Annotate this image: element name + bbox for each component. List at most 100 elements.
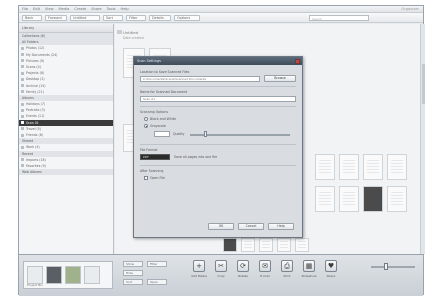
quality-slider-knob[interactable]	[204, 131, 207, 137]
open-file-label: Open File	[150, 176, 165, 180]
sidebar-item-label: My Documents (24)	[26, 52, 58, 57]
folder-icon	[21, 77, 24, 81]
media-thumbnail[interactable]	[339, 186, 359, 212]
black-white-label: Black and White	[150, 117, 176, 121]
project-bin: Project Bin	[23, 261, 113, 289]
zoom-slider-knob[interactable]	[384, 263, 389, 270]
menu-file[interactable]: File	[22, 7, 28, 11]
project-bin-label: Project Bin	[27, 283, 44, 287]
photo-thumbnail[interactable]	[363, 186, 383, 212]
media-thumbnail[interactable]	[363, 154, 383, 180]
print-icon: ⎙	[281, 260, 293, 272]
sidebar-item-label: Albums	[22, 95, 34, 100]
menu-tools[interactable]: Tools	[107, 7, 116, 11]
search-input[interactable]: Search	[309, 15, 369, 21]
folder-title: Untitled	[123, 30, 139, 35]
main-scrollbar[interactable]	[420, 24, 425, 254]
menu-help[interactable]: Help	[121, 7, 129, 11]
sidebar-item-label: Projects (8)	[26, 71, 45, 76]
zoom-slider-track[interactable]	[371, 266, 415, 268]
browse-button[interactable]: Browse	[264, 75, 296, 82]
sidebar-section[interactable]: Web Albums	[19, 169, 113, 176]
search-placeholder: Search	[312, 17, 323, 21]
options-label: Scanning Options	[140, 110, 169, 114]
bin-thumbnail[interactable]	[84, 266, 100, 284]
grayscale-radio[interactable]	[144, 124, 148, 128]
media-thumbnail[interactable]	[277, 238, 291, 252]
slideshow-button[interactable]: ▦ Slideshow	[301, 260, 317, 290]
sidebar-item-label: Favorites (9)	[26, 163, 46, 168]
bin-thumbnail[interactable]	[46, 266, 62, 284]
back-button[interactable]: Back	[22, 15, 42, 21]
close-icon[interactable]	[295, 58, 300, 64]
rotate-button[interactable]: ⟳ Rotate	[235, 260, 251, 290]
grayscale-label: Grayscale	[150, 124, 166, 128]
media-thumbnail[interactable]	[241, 238, 255, 252]
window-title: Organizer	[401, 7, 419, 11]
media-thumbnail[interactable]	[387, 186, 407, 212]
location-button[interactable]: Untitled	[70, 15, 100, 21]
forward-button[interactable]: Forward	[45, 15, 67, 21]
share-button[interactable]: ♥ Share	[323, 260, 339, 290]
media-thumbnail[interactable]	[259, 238, 273, 252]
bin-thumbnail[interactable]	[65, 266, 81, 284]
menu-share[interactable]: Share	[91, 7, 101, 11]
sidebar-item-label: Pictures (9)	[26, 58, 45, 63]
media-thumbnail[interactable]	[315, 154, 335, 180]
sidebar-item-label: Web Albums	[22, 170, 42, 175]
hide-button[interactable]: Hide	[123, 270, 143, 276]
folder-icon	[21, 53, 24, 57]
sidebar-item-label: Work (4)	[26, 145, 40, 150]
document-name-field[interactable]: Scan 01	[140, 96, 296, 102]
add-media-button[interactable]: + Add Media	[191, 260, 207, 290]
menu-view[interactable]: View	[45, 7, 54, 11]
folder-icon	[21, 59, 24, 63]
menu-bar: File Edit View Media Create Share Tools …	[22, 7, 129, 11]
help-button[interactable]: Help	[268, 223, 294, 230]
quality-value-field[interactable]	[154, 131, 170, 137]
show-button[interactable]: Show	[123, 261, 143, 267]
media-thumbnail[interactable]	[315, 186, 335, 212]
photo-thumbnail[interactable]	[223, 238, 237, 252]
sidebar-item-label: Imports (18)	[26, 157, 46, 162]
crop-button[interactable]: ✂ Crop	[213, 260, 229, 290]
details-button[interactable]: Details	[149, 15, 171, 21]
folder-icon	[21, 145, 24, 149]
sidebar-item-label: Photos (12)	[26, 46, 45, 51]
scrollbar-thumb[interactable]	[422, 64, 425, 104]
location-field[interactable]: C:\Documents\Scans\Scanned Documents	[140, 76, 260, 82]
format-select[interactable]: PDF	[140, 154, 170, 160]
folder-icon	[21, 46, 24, 50]
media-thumbnail[interactable]	[339, 154, 359, 180]
open-file-checkbox[interactable]	[144, 176, 148, 180]
rotate-icon: ⟳	[237, 260, 249, 272]
share-label: Share	[326, 274, 336, 278]
sidebar-item-label: All Folders	[22, 40, 39, 45]
email-button[interactable]: ✉ E-mail	[257, 260, 273, 290]
filter-bin-button[interactable]: Filter	[147, 261, 167, 267]
after-scanning-label: After Scanning	[140, 169, 164, 173]
folder-icon	[21, 164, 24, 168]
options-button[interactable]: Options	[174, 15, 200, 21]
cancel-button[interactable]: Cancel	[238, 223, 264, 230]
email-label: E-mail	[260, 274, 270, 278]
menu-create[interactable]: Create	[74, 7, 86, 11]
sidebar-item-label: Recent	[22, 151, 34, 156]
bin-thumbnail[interactable]	[27, 266, 43, 284]
sort-bin-button[interactable]: Sort	[123, 279, 143, 285]
dialog-title: Scan Settings	[134, 57, 302, 65]
open-bin-button[interactable]: Open	[147, 279, 167, 285]
black-white-radio[interactable]	[144, 117, 148, 121]
menu-edit[interactable]: Edit	[33, 7, 40, 11]
dialog-divider	[140, 144, 296, 145]
media-thumbnail[interactable]	[295, 238, 309, 252]
media-thumbnail[interactable]	[387, 154, 407, 180]
print-button[interactable]: ⎙ Print	[279, 260, 295, 290]
print-label: Print	[283, 274, 291, 278]
ok-button[interactable]: OK	[208, 223, 234, 230]
filter-button[interactable]: Filter	[126, 15, 146, 21]
rotate-label: Rotate	[238, 274, 248, 278]
menu-media[interactable]: Media	[59, 7, 70, 11]
sort-button[interactable]: Sort	[103, 15, 123, 21]
title-bar: File Edit View Media Create Share Tools …	[19, 6, 423, 13]
